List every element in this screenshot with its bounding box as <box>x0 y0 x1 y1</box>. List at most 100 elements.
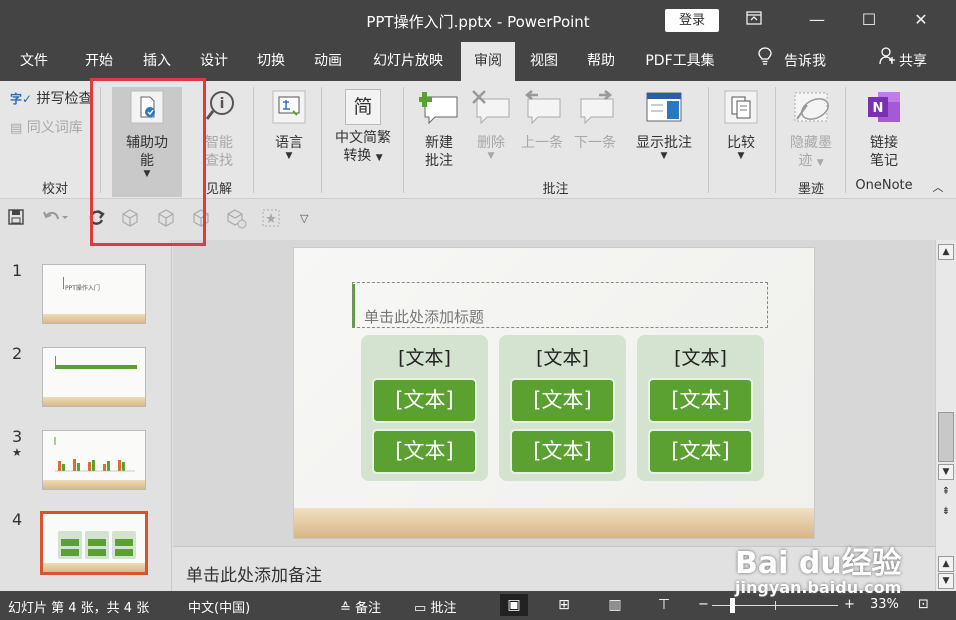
zoom-in-button[interactable]: + <box>844 597 855 612</box>
language-button[interactable]: 语言 ▼ <box>266 89 312 161</box>
tab-insert[interactable]: 插入 <box>131 42 183 81</box>
green-text-box[interactable]: [文本] <box>648 378 753 423</box>
slide-number: 4 <box>12 510 23 529</box>
new-comment-label-1: 新建 <box>425 135 453 151</box>
tab-home[interactable]: 开始 <box>74 42 124 81</box>
content-column[interactable]: [文本] [文本] [文本] <box>499 335 626 481</box>
green-text-box[interactable]: [文本] <box>510 378 615 423</box>
save-icon[interactable] <box>8 209 24 229</box>
mini-green-box <box>88 549 106 556</box>
scroll-up-icon[interactable]: ▲ <box>938 556 954 572</box>
close-button[interactable]: ✕ <box>907 8 935 32</box>
green-text-box[interactable]: [文本] <box>372 378 477 423</box>
delete-comment-button[interactable]: 删除 ▼ <box>468 89 514 161</box>
customize-toolbar-icon[interactable]: ▽ <box>300 212 308 225</box>
comments-toggle-button[interactable]: ▭ 批注 <box>414 597 456 616</box>
current-slide[interactable]: 单击此处添加标题 [文本] [文本] [文本] [文本] [文本] [文本] [… <box>293 247 815 539</box>
column-header[interactable]: [文本] <box>637 343 764 370</box>
previous-slide-icon[interactable]: ⇞ <box>938 486 954 497</box>
group-proofing-label: 校对 <box>41 182 68 197</box>
tab-slideshow[interactable]: 幻灯片放映 <box>362 42 454 81</box>
notes-toggle-button[interactable]: ≙ 备注 <box>340 597 381 616</box>
content-column[interactable]: [文本] [文本] [文本] <box>637 335 764 481</box>
slide-floor <box>294 508 814 538</box>
slideshow-icon[interactable]: ⊤ <box>650 594 678 616</box>
tab-help[interactable]: 帮助 <box>575 42 627 81</box>
cube-globe-icon[interactable] <box>227 209 247 233</box>
group-separator <box>253 87 254 193</box>
scroll-up-icon[interactable]: ▲ <box>938 244 954 260</box>
compare-button[interactable]: 比较 ▼ <box>718 89 764 161</box>
tell-me-box[interactable]: 告诉我 <box>744 42 840 81</box>
slide-thumbnail-3[interactable] <box>42 430 146 490</box>
title-placeholder[interactable]: 单击此处添加标题 <box>364 306 484 327</box>
new-comment-button[interactable]: 新建 批注 <box>413 89 465 170</box>
next-slide-icon[interactable]: ⇟ <box>938 506 954 517</box>
normal-view-icon[interactable]: ▣ <box>500 594 528 616</box>
share-button[interactable]: 共享 <box>868 42 938 81</box>
spell-check-icon: 字✓ <box>10 92 33 106</box>
new-comment-label-2: 批注 <box>425 153 453 169</box>
slide-sorter-icon[interactable]: ⊞ <box>550 594 578 616</box>
compare-icon <box>718 89 764 130</box>
collapse-ribbon-icon[interactable]: ︿ <box>930 179 946 197</box>
tab-design[interactable]: 设计 <box>188 42 240 81</box>
maximize-button[interactable]: ☐ <box>855 8 883 32</box>
green-text-box[interactable]: [文本] <box>372 429 477 474</box>
language-icon <box>266 89 312 130</box>
slide-floor <box>43 563 145 572</box>
next-comment-button[interactable]: 下一条 <box>570 89 620 152</box>
chinese-conversion-button[interactable]: 简 中文简繁 转换 ▼ <box>328 89 398 167</box>
green-text-box[interactable]: [文本] <box>648 429 753 474</box>
show-comments-button[interactable]: 显示批注 ▼ <box>630 89 698 161</box>
zoom-slider-center-tick <box>775 601 776 610</box>
ribbon-display-icon[interactable] <box>740 8 768 32</box>
group-separator <box>321 87 322 193</box>
zoom-out-button[interactable]: − <box>698 597 709 612</box>
spell-check-button[interactable]: 字✓ 拼写检查 <box>10 90 93 108</box>
star-frame-icon[interactable] <box>262 209 280 231</box>
lightbulb-icon <box>758 42 772 81</box>
onenote-icon: N <box>852 89 916 130</box>
reading-view-icon[interactable]: ▥ <box>601 594 629 616</box>
scroll-down-icon[interactable]: ▼ <box>938 573 954 589</box>
undo-icon[interactable] <box>42 209 68 229</box>
minimize-button[interactable]: — <box>803 8 831 32</box>
svg-text:N: N <box>873 101 884 116</box>
content-column[interactable]: [文本] [文本] [文本] <box>361 335 488 481</box>
slide-thumbnail-4[interactable] <box>40 511 148 575</box>
slide-thumbnail-2[interactable] <box>42 347 146 407</box>
chevron-down-icon: ▼ <box>737 151 745 161</box>
scroll-down-icon[interactable]: ▼ <box>938 464 954 480</box>
tab-review[interactable]: 审阅 <box>461 42 515 81</box>
mini-green-box <box>61 539 79 546</box>
tab-transitions[interactable]: 切换 <box>245 42 297 81</box>
column-header[interactable]: [文本] <box>361 343 488 370</box>
fit-to-window-icon[interactable]: ⊡ <box>918 597 929 612</box>
tab-animations[interactable]: 动画 <box>302 42 354 81</box>
scroll-thumb[interactable] <box>938 412 954 462</box>
tab-pdf-tools[interactable]: PDF工具集 <box>637 42 723 81</box>
slide-number: 1 <box>12 261 23 280</box>
login-button[interactable]: 登录 <box>665 9 719 32</box>
hide-ink-button[interactable]: 隐藏墨 迹 ▼ <box>784 89 838 172</box>
slide-thumbnail-1[interactable]: PPT操作入门 <box>42 264 146 324</box>
linked-notes-button[interactable]: N 链接 笔记 <box>852 89 916 170</box>
column-header[interactable]: [文本] <box>499 343 626 370</box>
tab-file[interactable]: 文件 <box>10 42 58 81</box>
notes-placeholder[interactable]: 单击此处添加备注 <box>186 561 322 586</box>
previous-comment-button[interactable]: 上一条 <box>517 89 567 152</box>
notes-scrollbar[interactable]: ▲ ▼ <box>935 546 956 591</box>
thesaurus-button[interactable]: ▤ 同义词库 <box>10 119 83 138</box>
group-separator <box>708 87 709 193</box>
delete-comment-label: 删除 <box>477 135 505 151</box>
zoom-slider-thumb[interactable] <box>730 598 735 613</box>
language-indicator[interactable]: 中文(中国) <box>188 597 250 616</box>
mini-green-box <box>61 549 79 556</box>
tab-view[interactable]: 视图 <box>518 42 570 81</box>
green-text-box[interactable]: [文本] <box>510 429 615 474</box>
slide-scrollbar[interactable]: ▲ ▼ ⇞ ⇟ <box>935 240 956 546</box>
thesaurus-label: 同义词库 <box>26 120 83 136</box>
slide-floor <box>43 314 145 323</box>
zoom-level[interactable]: 33% <box>870 597 899 612</box>
